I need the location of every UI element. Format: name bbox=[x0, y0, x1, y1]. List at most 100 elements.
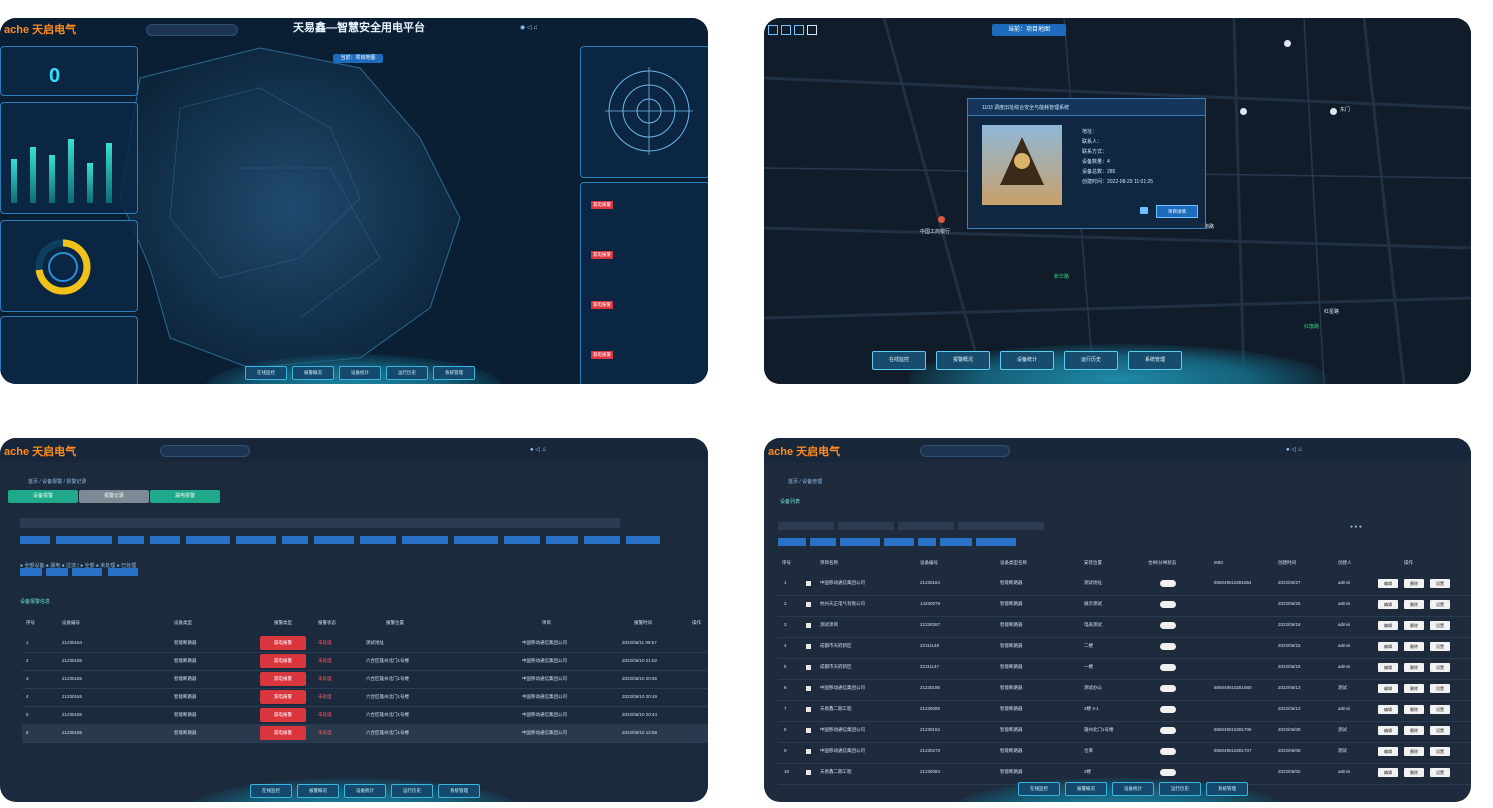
nav-button-system[interactable]: 系统管理 bbox=[438, 784, 480, 798]
nav-button-stats[interactable]: 设备统计 bbox=[1112, 782, 1154, 796]
alarm-type-button[interactable]: 漏电报警 bbox=[260, 636, 306, 650]
delete-button[interactable]: 删除 bbox=[1404, 663, 1424, 672]
settings-button[interactable]: 设置 bbox=[1430, 642, 1450, 651]
alarm-type-button[interactable]: 漏电报警 bbox=[260, 690, 306, 704]
alarm-item[interactable]: 漏电报警 bbox=[591, 351, 705, 381]
row-checkbox[interactable] bbox=[806, 665, 811, 670]
poi-marker[interactable] bbox=[1240, 108, 1247, 115]
delete-button[interactable]: 删除 bbox=[1404, 768, 1424, 777]
table-row[interactable]: 4 21230165 智能断路器 未处理 六合区雄州北门1号楼 中国移动通信集团公司 202… bbox=[22, 688, 708, 707]
nav-button-alarm[interactable]: 报警概况 bbox=[292, 366, 334, 380]
delete-button[interactable]: 删除 bbox=[1404, 621, 1424, 630]
switch-toggle[interactable] bbox=[1160, 769, 1176, 776]
alarm-item[interactable]: 漏电报警 bbox=[591, 201, 705, 241]
table-row[interactable]: 1 21230164 智能断路器 未处理 测试地址 中国移动通信集团公司 2022/06/1… bbox=[22, 634, 708, 653]
row-checkbox[interactable] bbox=[806, 728, 811, 733]
edit-button[interactable]: 编辑 bbox=[1378, 663, 1398, 672]
delete-button[interactable]: 删除 bbox=[1404, 600, 1424, 609]
table-row[interactable]: 2 21230165 智能断路器 未处理 六合区雄州北门1号楼 中国移动通信集团公司 202… bbox=[22, 652, 708, 671]
delete-button[interactable]: 删除 bbox=[1404, 705, 1424, 714]
filter-selects[interactable] bbox=[778, 522, 1048, 532]
action-buttons[interactable] bbox=[778, 538, 1028, 548]
nav-button-stats[interactable]: 设备统计 bbox=[339, 366, 381, 380]
delete-button[interactable]: 删除 bbox=[1404, 579, 1424, 588]
delete-button[interactable]: 删除 bbox=[1404, 747, 1424, 756]
search-input[interactable] bbox=[920, 445, 1010, 457]
edit-button[interactable]: 编辑 bbox=[1378, 642, 1398, 651]
filter-chips[interactable] bbox=[20, 536, 708, 546]
row-checkbox[interactable] bbox=[806, 623, 811, 628]
settings-button[interactable]: 设置 bbox=[1430, 768, 1450, 777]
settings-button[interactable]: 设置 bbox=[1430, 621, 1450, 630]
alarm-item[interactable]: 漏电报警 bbox=[591, 301, 705, 341]
delete-button[interactable]: 删除 bbox=[1404, 642, 1424, 651]
camera-icon[interactable] bbox=[1140, 207, 1148, 214]
table-row[interactable]: 4 成都市天府新区 22111148 智能断路器 二楼 2022/06/15 admin 编辑… bbox=[778, 637, 1471, 659]
delete-button[interactable]: 删除 bbox=[1404, 684, 1424, 693]
settings-button[interactable]: 设置 bbox=[1430, 600, 1450, 609]
switch-toggle[interactable] bbox=[1160, 664, 1176, 671]
table-row[interactable]: 7 天易鑫二期工程 21230085 智能断路器 3楼 3-1 2022/06/12 adm… bbox=[778, 700, 1471, 722]
tab-alarm-records[interactable]: 报警记录 bbox=[79, 490, 149, 503]
nav-button-history[interactable]: 运行历史 bbox=[386, 366, 428, 380]
alarm-type-button[interactable]: 漏电报警 bbox=[260, 726, 306, 740]
settings-button[interactable]: 设置 bbox=[1430, 705, 1450, 714]
table-row[interactable]: 5 21230165 智能断路器 未处理 六合区雄州北门1号楼 中国移动通信集团公司 202… bbox=[22, 706, 708, 725]
switch-toggle[interactable] bbox=[1160, 601, 1176, 608]
row-checkbox[interactable] bbox=[806, 686, 811, 691]
table-row[interactable]: 1 中国移动通信集团公司 21230164 智能断路器 测试地址 866049010281… bbox=[778, 574, 1471, 596]
nav-button-online[interactable]: 在线监控 bbox=[872, 351, 926, 370]
tab-device-alarm[interactable]: 设备报警 bbox=[8, 490, 78, 503]
bell-icon[interactable]: ◉ ◁ ♫ bbox=[520, 24, 538, 31]
search-input[interactable] bbox=[146, 24, 238, 36]
table-row[interactable]: 3 测试项目 21230267 智能断路器 电表测试 2022/06/18 admin 编辑删… bbox=[778, 616, 1471, 638]
settings-button[interactable]: 设置 bbox=[1430, 579, 1450, 588]
table-row[interactable]: 6 21230165 智能断路器 未处理 六合区雄州北门1号楼 中国移动通信集团公司 202… bbox=[22, 724, 708, 743]
nav-button-online[interactable]: 在线监控 bbox=[250, 784, 292, 798]
nav-button-alarm[interactable]: 报警概况 bbox=[936, 351, 990, 370]
nav-button-history[interactable]: 运行历史 bbox=[1159, 782, 1201, 796]
radio-filters[interactable]: ● 全部设备 ● 漏电 ● 过流 | ● 全部 ● 未处理 ● 已处理 bbox=[20, 554, 280, 569]
row-checkbox[interactable] bbox=[806, 749, 811, 754]
edit-button[interactable]: 编辑 bbox=[1378, 747, 1398, 756]
nav-button-system[interactable]: 系统管理 bbox=[1128, 351, 1182, 370]
nav-button-stats[interactable]: 设备统计 bbox=[1000, 351, 1054, 370]
settings-button[interactable]: 设置 bbox=[1430, 726, 1450, 735]
nav-button-history[interactable]: 运行历史 bbox=[1064, 351, 1118, 370]
row-checkbox[interactable] bbox=[806, 707, 811, 712]
nav-button-system[interactable]: 系统管理 bbox=[1206, 782, 1248, 796]
nav-button-alarm[interactable]: 报警概况 bbox=[297, 784, 339, 798]
settings-button[interactable]: 设置 bbox=[1430, 684, 1450, 693]
filter-input[interactable] bbox=[20, 518, 620, 528]
switch-toggle[interactable] bbox=[1160, 643, 1176, 650]
table-row[interactable]: 3 21230165 智能断路器 未处理 六合区雄州北门1号楼 中国移动通信集团公司 202… bbox=[22, 670, 708, 689]
nav-button-online[interactable]: 在线监控 bbox=[1018, 782, 1060, 796]
alarm-type-button[interactable]: 漏电报警 bbox=[260, 708, 306, 722]
nav-button-alarm[interactable]: 报警概况 bbox=[1065, 782, 1107, 796]
alarm-item[interactable]: 漏电报警 bbox=[591, 251, 705, 291]
switch-toggle[interactable] bbox=[1160, 580, 1176, 587]
switch-toggle[interactable] bbox=[1160, 622, 1176, 629]
switch-toggle[interactable] bbox=[1160, 706, 1176, 713]
row-checkbox[interactable] bbox=[806, 581, 811, 586]
edit-button[interactable]: 编辑 bbox=[1378, 705, 1398, 714]
switch-toggle[interactable] bbox=[1160, 685, 1176, 692]
switch-toggle[interactable] bbox=[1160, 727, 1176, 734]
nav-button-online[interactable]: 在线监控 bbox=[245, 366, 287, 380]
layer-icons[interactable] bbox=[768, 22, 817, 40]
nav-button-history[interactable]: 运行历史 bbox=[391, 784, 433, 798]
edit-button[interactable]: 编辑 bbox=[1378, 768, 1398, 777]
row-checkbox[interactable] bbox=[806, 644, 811, 649]
table-row[interactable]: 9 中国移动通信集团公司 21230273 智能断路器 仓库 86604901028170… bbox=[778, 742, 1471, 764]
table-row[interactable]: 8 中国移动通信集团公司 21230162 智能断路器 雄州北门1号楼 866049010… bbox=[778, 721, 1471, 743]
bank-marker[interactable] bbox=[938, 216, 945, 223]
alarm-type-button[interactable]: 漏电报警 bbox=[260, 672, 306, 686]
row-checkbox[interactable] bbox=[806, 770, 811, 775]
search-input[interactable] bbox=[160, 445, 250, 457]
table-row[interactable]: 5 成都市天府新区 22111147 智能断路器 一楼 2022/06/15 admin 编辑… bbox=[778, 658, 1471, 680]
project-detail-button[interactable]: 项目详情 bbox=[1156, 205, 1198, 218]
alarm-type-button[interactable]: 漏电报警 bbox=[260, 654, 306, 668]
header-icons[interactable]: ● ◁ ♫ bbox=[530, 446, 546, 453]
settings-button[interactable]: 设置 bbox=[1430, 747, 1450, 756]
table-row[interactable]: 6 中国移动通信集团公司 21230195 智能断路器 测试办公 866049010281… bbox=[778, 679, 1471, 701]
